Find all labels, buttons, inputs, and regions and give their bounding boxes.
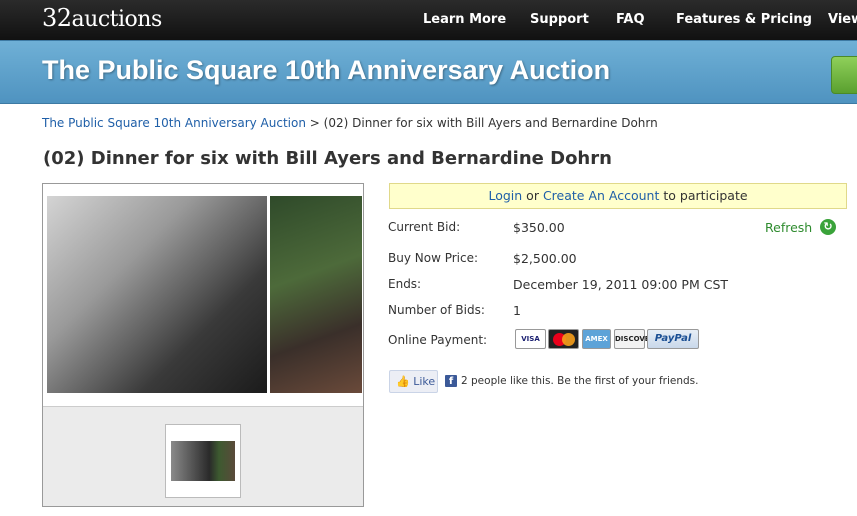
login-suffix-text: to participate [663, 188, 748, 203]
breadcrumb-current: (02) Dinner for six with Bill Ayers and … [323, 116, 658, 130]
online-payment-label: Online Payment: [388, 333, 488, 347]
bids-value: 1 [513, 303, 521, 318]
paypal-icon: PayPal [647, 329, 699, 349]
visa-card-icon: VISA [515, 329, 546, 349]
login-link[interactable]: Login [488, 188, 522, 203]
banner-action-button[interactable] [831, 56, 857, 94]
top-nav-bar: 32auctions Learn More Support FAQ Featur… [0, 0, 857, 40]
buy-now-value: $2,500.00 [513, 251, 577, 266]
mastercard-icon [548, 329, 579, 349]
nav-support[interactable]: Support [530, 12, 589, 27]
nav-view[interactable]: View [828, 12, 857, 27]
main-photo[interactable] [43, 184, 363, 406]
bids-label: Number of Bids: [388, 303, 485, 317]
thumbnail-strip [43, 406, 363, 506]
item-title: (02) Dinner for six with Bill Ayers and … [43, 148, 612, 169]
site-logo[interactable]: 32auctions [42, 4, 162, 32]
image-gallery [42, 183, 364, 507]
facebook-like-text: 2 people like this. Be the first of your… [461, 375, 699, 387]
facebook-like-button[interactable]: 👍 Like [389, 370, 438, 393]
login-or-text: or [526, 188, 539, 203]
current-bid-label: Current Bid: [388, 220, 461, 234]
current-bid-value: $350.00 [513, 220, 565, 235]
thumbnail[interactable] [165, 424, 241, 498]
nav-faq[interactable]: FAQ [616, 12, 645, 27]
discover-card-icon: DISCOVER [614, 329, 655, 349]
nav-learn-more[interactable]: Learn More [423, 12, 506, 27]
breadcrumb: The Public Square 10th Anniversary Aucti… [42, 116, 658, 130]
amex-card-icon: AMEX [582, 329, 611, 349]
breadcrumb-parent-link[interactable]: The Public Square 10th Anniversary Aucti… [42, 116, 306, 130]
buy-now-label: Buy Now Price: [388, 251, 479, 265]
nav-features-pricing[interactable]: Features & Pricing [676, 12, 812, 27]
auction-banner: The Public Square 10th Anniversary Aucti… [0, 40, 857, 104]
photo-right [270, 196, 362, 393]
ends-label: Ends: [388, 277, 422, 291]
like-label: Like [413, 375, 436, 388]
refresh-icon[interactable]: ↻ [820, 219, 836, 235]
photo-left [47, 196, 267, 393]
create-account-link[interactable]: Create An Account [543, 188, 659, 203]
login-notice: Login or Create An Account to participat… [389, 183, 847, 209]
refresh-link[interactable]: Refresh [765, 220, 812, 235]
breadcrumb-separator: > [309, 116, 320, 130]
ends-value: December 19, 2011 09:00 PM CST [513, 277, 729, 292]
thumbnail-image [171, 441, 235, 481]
auction-title: The Public Square 10th Anniversary Aucti… [42, 55, 611, 85]
facebook-icon: f [445, 375, 457, 387]
